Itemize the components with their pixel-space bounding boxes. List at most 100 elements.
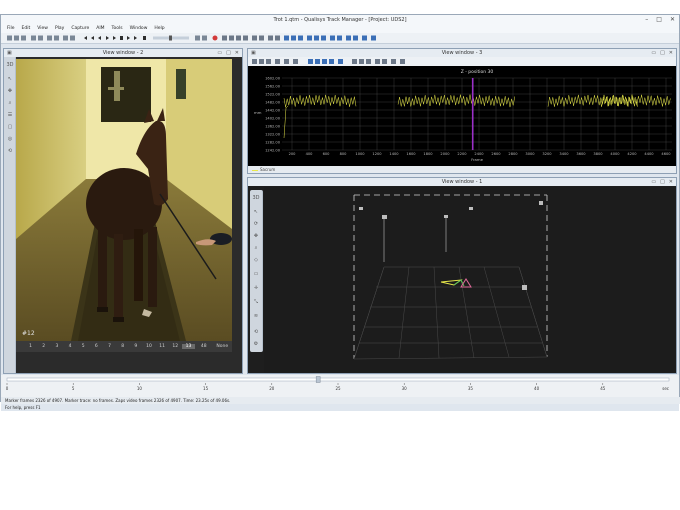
settings-icon[interactable]: ⚙ bbox=[252, 340, 260, 348]
plot-nav-icon-4[interactable] bbox=[375, 59, 380, 64]
view-window-2-minimize[interactable]: ▭ bbox=[217, 49, 222, 57]
plot-tool-icon-3[interactable] bbox=[266, 59, 271, 64]
view-window-2-maximize[interactable]: □ bbox=[226, 49, 231, 57]
x-tick-label: 2200 bbox=[457, 152, 467, 156]
menu-aim[interactable]: AIM bbox=[96, 25, 104, 33]
menu-window[interactable]: Window bbox=[130, 25, 148, 33]
tool-icon-1 bbox=[222, 35, 227, 41]
menu-file[interactable]: File bbox=[7, 25, 15, 33]
view-window-1: View window - 1 ▭ □ ✕ 3D ↖ ⟳ ✥ ⌕ ◇ ▭ ✛ ⤡… bbox=[247, 177, 677, 374]
frame-button[interactable]: 48 bbox=[195, 344, 213, 349]
3d-scene[interactable] bbox=[264, 187, 676, 373]
move-icon[interactable]: ✥ bbox=[6, 87, 14, 95]
view-window-3-minimize[interactable]: ▭ bbox=[651, 49, 656, 57]
frame-button[interactable]: 12 bbox=[169, 344, 182, 349]
move-icon[interactable]: ✥ bbox=[252, 232, 260, 240]
frame-button[interactable]: 10 bbox=[142, 344, 155, 349]
plot-view-icon-2[interactable] bbox=[315, 59, 320, 64]
plot-view-icon-4[interactable] bbox=[329, 59, 334, 64]
plot-legend: Sacrum bbox=[248, 166, 676, 173]
plot-tool-icon-6[interactable] bbox=[293, 59, 298, 64]
minimize-button[interactable]: – bbox=[645, 16, 648, 23]
frame-button[interactable]: 11 bbox=[156, 344, 169, 349]
tool-icon-5 bbox=[252, 35, 257, 41]
view-window-1-close[interactable]: ✕ bbox=[669, 178, 673, 186]
plot-tool-icon-5[interactable] bbox=[284, 59, 289, 64]
plot-nav-icon-6[interactable] bbox=[391, 59, 396, 64]
view-2d-icon[interactable]: ▭ bbox=[252, 270, 260, 278]
menu-help[interactable]: Help bbox=[154, 25, 164, 33]
view-window-3-close[interactable]: ✕ bbox=[669, 49, 673, 57]
z-position-plot[interactable]: Z - position 30 1602.00 1562.00 1522.00 1482… bbox=[248, 66, 676, 166]
view-window-1-maximize[interactable]: □ bbox=[660, 178, 665, 186]
plot-nav-icon-3[interactable] bbox=[366, 59, 371, 64]
timeline-handle[interactable] bbox=[315, 376, 321, 383]
plot-nav-icon-2[interactable] bbox=[359, 59, 364, 64]
last-frame-icon bbox=[134, 36, 137, 40]
plot-view-icon-5[interactable] bbox=[338, 59, 343, 64]
fit-icon[interactable]: ◇ bbox=[252, 256, 260, 264]
frame-button-none[interactable]: None bbox=[213, 344, 232, 349]
camera-icon[interactable]: ◎ bbox=[6, 135, 14, 143]
frame-button[interactable]: 6 bbox=[90, 344, 103, 349]
zoom-icon[interactable]: ⌕ bbox=[252, 244, 260, 252]
bone-icon[interactable]: ⤡ bbox=[252, 298, 260, 306]
tool-icon-4 bbox=[243, 35, 248, 41]
select-icon[interactable]: ↖ bbox=[6, 75, 14, 83]
menu-edit[interactable]: Edit bbox=[22, 25, 31, 33]
x-tick-label: 4400 bbox=[644, 152, 654, 156]
next-frame-icon bbox=[127, 36, 130, 40]
trajectory-icon[interactable]: ≋ bbox=[252, 312, 260, 320]
frame-button[interactable]: 5 bbox=[77, 344, 90, 349]
frame-button[interactable]: 2 bbox=[37, 344, 50, 349]
frame-button[interactable]: 7 bbox=[103, 344, 116, 349]
timeline-track[interactable] bbox=[6, 377, 670, 382]
frame-button[interactable]: 8 bbox=[116, 344, 129, 349]
maximize-button[interactable]: □ bbox=[656, 16, 662, 23]
view-window-2-close[interactable]: ✕ bbox=[235, 49, 239, 57]
view-mode-3d-label[interactable]: 3D bbox=[6, 61, 14, 69]
zoom-icon[interactable]: ⌕ bbox=[6, 99, 14, 107]
menu-capture[interactable]: Capture bbox=[71, 25, 89, 33]
x-tick-label: 1600 bbox=[406, 152, 416, 156]
plot-tool-icon-1[interactable] bbox=[252, 59, 257, 64]
frame-button[interactable]: 3 bbox=[50, 344, 63, 349]
pin-icon[interactable]: ▣ bbox=[7, 49, 12, 57]
timeline[interactable]: 0 5 10 15 20 25 30 35 40 45 sec bbox=[1, 375, 679, 397]
reset-view-icon[interactable]: ⟲ bbox=[252, 328, 260, 336]
plot-view-icon-3[interactable] bbox=[322, 59, 327, 64]
view-icon-12 bbox=[371, 35, 376, 41]
y-tick-label: 1602.00 bbox=[265, 77, 281, 81]
frame-button-selected[interactable]: 13 bbox=[181, 344, 196, 349]
plot-nav-icon-7[interactable] bbox=[400, 59, 405, 64]
redo-icon bbox=[54, 35, 59, 41]
plot-nav-icon-1[interactable] bbox=[352, 59, 357, 64]
x-tick-label: 200 bbox=[289, 152, 297, 156]
settings-icon bbox=[38, 35, 43, 41]
view-window-3-maximize[interactable]: □ bbox=[660, 49, 665, 57]
close-button[interactable]: ✕ bbox=[670, 16, 675, 23]
frame-button[interactable]: 9 bbox=[129, 344, 142, 349]
frame-icon[interactable]: ▢ bbox=[6, 123, 14, 131]
frame-button[interactable]: 1 bbox=[24, 344, 37, 349]
menu-play[interactable]: Play bbox=[55, 25, 64, 33]
pan-icon[interactable]: ☰ bbox=[6, 111, 14, 119]
record-icon bbox=[212, 35, 218, 41]
pin-icon[interactable]: ▣ bbox=[251, 49, 256, 57]
menu-view[interactable]: View bbox=[37, 25, 48, 33]
select-icon[interactable]: ↖ bbox=[252, 208, 260, 216]
marker-icon[interactable]: ✛ bbox=[252, 284, 260, 292]
view-window-1-minimize[interactable]: ▭ bbox=[651, 178, 656, 186]
plot-tool-icon-4[interactable] bbox=[275, 59, 280, 64]
toolbar-icons[interactable] bbox=[1, 33, 679, 43]
frame-button[interactable]: 4 bbox=[63, 344, 76, 349]
menu-tools[interactable]: Tools bbox=[112, 25, 123, 33]
new-icon bbox=[7, 35, 12, 41]
plot-view-icon-1[interactable] bbox=[308, 59, 313, 64]
reset-icon[interactable]: ⟲ bbox=[6, 147, 14, 155]
plot-tool-icon-2[interactable] bbox=[259, 59, 264, 64]
rotate-icon[interactable]: ⟳ bbox=[252, 220, 260, 228]
plot-nav-icon-5[interactable] bbox=[382, 59, 387, 64]
view-mode-3d-label[interactable]: 3D bbox=[252, 194, 260, 202]
mode-icon-1 bbox=[195, 35, 200, 41]
